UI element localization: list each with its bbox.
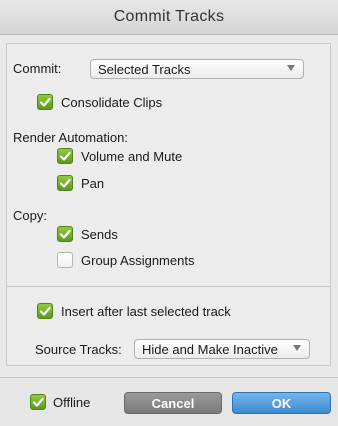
checkmark-icon xyxy=(39,306,51,316)
commit-select[interactable]: Selected Tracks xyxy=(90,59,304,79)
chevron-down-icon xyxy=(287,65,295,71)
pan-checkbox[interactable] xyxy=(57,175,73,191)
sends-label: Sends xyxy=(81,226,118,242)
options-group: Commit: Selected Tracks Consolidate Clip… xyxy=(6,43,331,366)
consolidate-clips-label: Consolidate Clips xyxy=(61,94,163,110)
sends-option[interactable]: Sends xyxy=(57,226,118,242)
insert-after-label: Insert after last selected track xyxy=(61,303,231,319)
group-assignments-label: Group Assignments xyxy=(81,252,195,268)
volume-mute-option[interactable]: Volume and Mute xyxy=(57,148,182,164)
group-assignments-option[interactable]: Group Assignments xyxy=(57,252,194,268)
checkmark-icon xyxy=(32,397,44,407)
source-tracks-label: Source Tracks: xyxy=(35,342,122,357)
checkmark-icon xyxy=(59,178,71,188)
volume-mute-checkbox[interactable] xyxy=(57,148,73,164)
dialog-body: Commit: Selected Tracks Consolidate Clip… xyxy=(0,35,338,425)
offline-checkbox[interactable] xyxy=(30,394,46,410)
consolidate-clips-checkbox[interactable] xyxy=(37,94,53,110)
offline-label: Offline xyxy=(53,394,91,410)
dialog-title: Commit Tracks xyxy=(0,0,338,35)
consolidate-clips-option[interactable]: Consolidate Clips xyxy=(37,94,162,110)
source-tracks-select[interactable]: Hide and Make Inactive xyxy=(134,339,310,359)
pan-label: Pan xyxy=(81,175,105,191)
cancel-button[interactable]: Cancel xyxy=(124,392,222,414)
pan-option[interactable]: Pan xyxy=(57,175,104,191)
volume-mute-label: Volume and Mute xyxy=(81,148,183,164)
sends-checkbox[interactable] xyxy=(57,226,73,242)
offline-option[interactable]: Offline xyxy=(30,394,90,410)
source-tracks-select-value: Hide and Make Inactive xyxy=(142,341,278,357)
checkmark-icon xyxy=(59,151,71,161)
checkmark-icon xyxy=(59,229,71,239)
commit-label: Commit: xyxy=(13,61,62,76)
copy-heading: Copy: xyxy=(13,208,47,223)
checkmark-icon xyxy=(39,97,51,107)
divider xyxy=(7,286,330,287)
ok-button[interactable]: OK xyxy=(232,392,331,414)
render-automation-heading: Render Automation: xyxy=(13,130,128,145)
commit-select-value: Selected Tracks xyxy=(98,61,191,77)
dialog-footer: Offline Cancel OK xyxy=(0,377,338,426)
group-assignments-checkbox[interactable] xyxy=(57,252,73,268)
insert-after-option[interactable]: Insert after last selected track xyxy=(37,303,231,319)
chevron-down-icon xyxy=(293,345,301,351)
insert-after-checkbox[interactable] xyxy=(37,303,53,319)
